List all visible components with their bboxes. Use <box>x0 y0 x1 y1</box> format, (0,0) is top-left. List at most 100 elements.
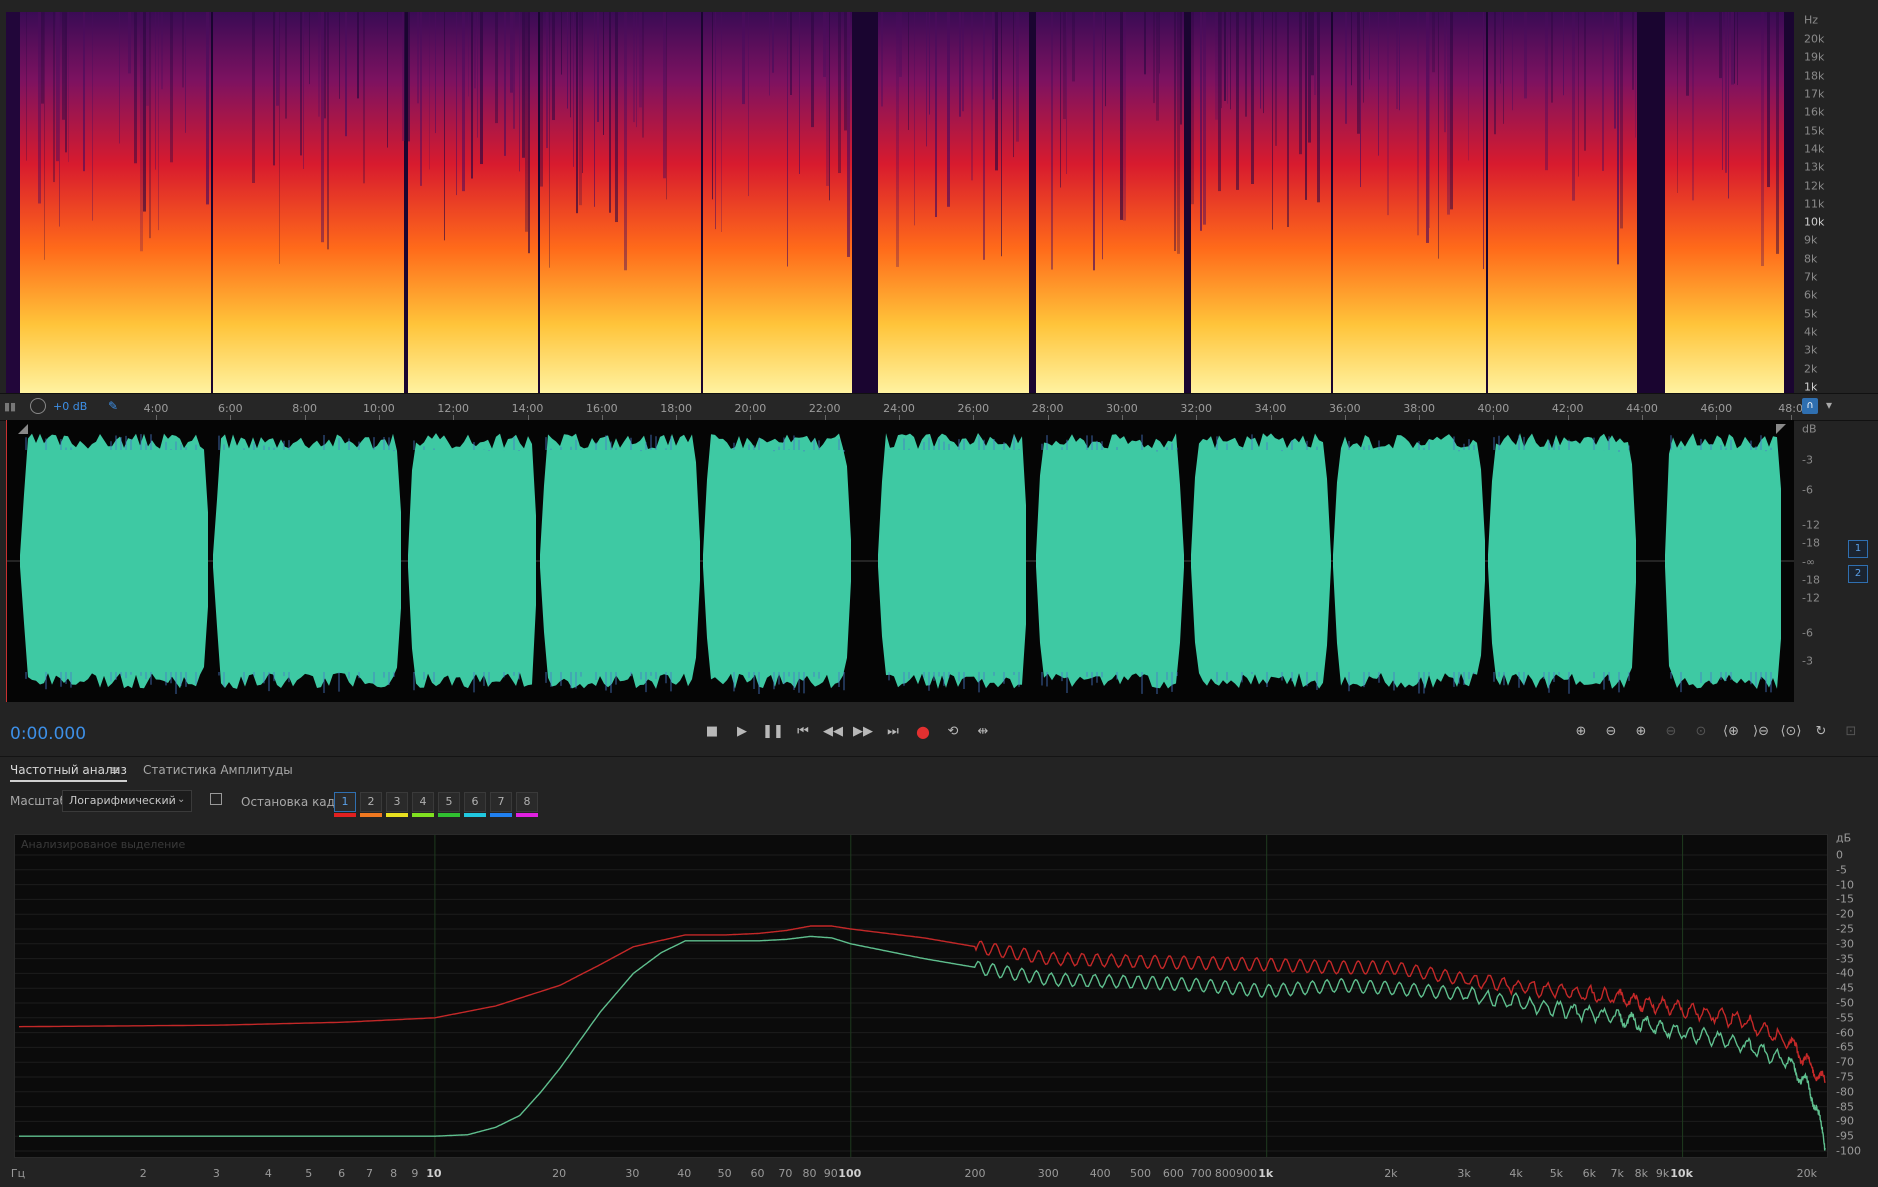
zoom-selection-icon[interactable]: ⊡ <box>1840 722 1862 742</box>
hz-tick-label: 1k <box>1804 380 1818 394</box>
analyzed-selection-label: Анализированое выделение <box>21 838 186 851</box>
freeze-frame-4-button[interactable]: 4 <box>412 792 434 812</box>
frequency-tick-label: 9 <box>411 1167 419 1180</box>
db-tick-label: -3 <box>1802 453 1813 467</box>
panel-menu-icon[interactable]: ≡ <box>110 763 120 777</box>
zoom-in-time-icon[interactable]: ⊕ <box>1630 722 1652 742</box>
freeze-frame-8-button[interactable]: 8 <box>516 792 538 812</box>
gain-knob[interactable] <box>30 398 46 414</box>
freeze-frame-color-swatch <box>438 813 460 817</box>
freeze-frame-5-button[interactable]: 5 <box>438 792 460 812</box>
reset-zoom-icon[interactable]: ↻ <box>1810 722 1832 742</box>
freeze-frame-3-button[interactable]: 3 <box>386 792 408 812</box>
pin-icon[interactable]: ✎ <box>108 399 118 413</box>
go-to-end-button[interactable]: ⏭ <box>882 722 904 742</box>
time-tick-label: 26:00 <box>957 402 990 415</box>
frequency-tick-label: 2 <box>139 1167 147 1180</box>
frequency-tick-label: Гц <box>10 1167 26 1180</box>
zoom-out-point-icon[interactable]: ⟩⊖ <box>1750 722 1772 742</box>
waveform-segment <box>1665 433 1781 693</box>
freeze-frame-color-swatch <box>490 813 512 817</box>
channel-2-toggle[interactable]: 2 <box>1848 565 1868 583</box>
frequency-tick-label: 20k <box>1796 1167 1817 1180</box>
headphones-icon[interactable]: ∩ <box>1802 398 1818 414</box>
db-tick-label: -3 <box>1802 654 1813 668</box>
waveform-segment <box>1488 433 1636 694</box>
db-tick-label: -6 <box>1802 626 1813 640</box>
waveform-segment <box>878 433 1026 693</box>
level-meter-icon[interactable]: ▮▮ <box>4 400 16 413</box>
freq-db-tick-label: -35 <box>1836 952 1854 966</box>
frequency-tick-label: 4 <box>264 1167 272 1180</box>
waveform-segment <box>408 433 536 693</box>
skip-selection-button[interactable]: ⇹ <box>972 722 994 742</box>
hz-tick-label: 7k <box>1804 270 1818 284</box>
zoom-out-amplitude-icon[interactable]: ⊖ <box>1600 722 1622 742</box>
freeze-frame-color-swatch <box>464 813 486 817</box>
current-time[interactable]: 0:00.000 <box>10 724 86 744</box>
freq-db-tick-label: -25 <box>1836 922 1854 936</box>
time-tick-label: 30:00 <box>1106 402 1138 415</box>
frequency-analysis-graph[interactable]: Анализированое выделение <box>14 834 1828 1158</box>
overlay-toggle-icon[interactable] <box>210 793 222 805</box>
freq-db-tick-label: -100 <box>1836 1144 1861 1158</box>
frequency-tick-label: 100 <box>838 1167 862 1180</box>
freeze-frame-1-button[interactable]: 1 <box>334 792 356 812</box>
frequency-tick-label: 700 <box>1190 1167 1212 1180</box>
waveform-display[interactable] <box>6 420 1794 702</box>
db-unit-label: dB <box>1802 422 1817 436</box>
waveform-segment <box>213 433 401 693</box>
frequency-tick-label: 8 <box>390 1167 398 1180</box>
time-tick-label: 36:00 <box>1328 402 1361 415</box>
freq-db-tick-label: -70 <box>1836 1055 1854 1069</box>
zoom-out-time-icon[interactable]: ⊖ <box>1660 722 1682 742</box>
freeze-frame-6-button[interactable]: 6 <box>464 792 486 812</box>
frequency-tick-label: 800 <box>1214 1167 1236 1180</box>
zoom-full-icon[interactable]: ⟨⊙⟩ <box>1780 722 1802 742</box>
tab-amplitude-statistics[interactable]: Статистика Амплитуды <box>143 763 293 777</box>
rewind-button[interactable]: ◀◀ <box>822 722 844 742</box>
transport-bar: ■ ▶ ❚❚ ⏮ ◀◀ ▶▶ ⏭ ● ⟲ ⇹ ⊕ ⊖ ⊕ ⊖ ⊙ ⟨⊕ ⟩⊖ ⟨… <box>0 712 1878 752</box>
time-tick-label: 6:00 <box>217 402 243 415</box>
freeze-frame-color-swatch <box>386 813 408 817</box>
db-tick-label: -∞ <box>1802 555 1816 569</box>
spectral-frequency-scale: Hz 20k 19k 18k 17k 16k 15k 14k 13k 12k 11k 10k 9k 8k… <box>1796 12 1866 394</box>
spectrogram-segment <box>408 12 538 393</box>
freq-db-tick-label: 0 <box>1836 848 1843 862</box>
stop-button[interactable]: ■ <box>701 722 723 742</box>
pause-button[interactable]: ❚❚ <box>762 722 784 742</box>
scale-dropdown[interactable]: Логарифмический ⌄ <box>62 790 192 812</box>
record-button[interactable]: ● <box>912 722 934 742</box>
marker-icon[interactable]: ▾ <box>1826 398 1832 412</box>
frequency-tick-label: 3 <box>212 1167 220 1180</box>
time-tick-label: 48:0 <box>1778 402 1803 415</box>
spectral-display[interactable] <box>6 12 1794 393</box>
zoom-to-selection-icon[interactable]: ⊙ <box>1690 722 1712 742</box>
frequency-tick-label: 2k <box>1384 1167 1398 1180</box>
zoom-in-point-icon[interactable]: ⟨⊕ <box>1720 722 1742 742</box>
time-ruler[interactable]: ▮▮ +0 dB ✎ 4:00 6:00 8:00 10:00 12:00 14:00 16… <box>0 393 1878 421</box>
go-to-start-button[interactable]: ⏮ <box>792 722 814 742</box>
loop-button[interactable]: ⟲ <box>942 722 964 742</box>
zoom-in-amplitude-icon[interactable]: ⊕ <box>1570 722 1592 742</box>
hz-tick-label: 6k <box>1804 288 1818 302</box>
fast-forward-button[interactable]: ▶▶ <box>852 722 874 742</box>
channel-1-toggle[interactable]: 1 <box>1848 540 1868 558</box>
hz-tick-label: 10k <box>1804 215 1825 229</box>
freq-db-tick-label: -55 <box>1836 1011 1854 1025</box>
freeze-frame-2-button[interactable]: 2 <box>360 792 382 812</box>
time-tick-label: 4:00 <box>143 402 169 415</box>
freeze-frame-7-button[interactable]: 7 <box>490 792 512 812</box>
freq-db-tick-label: -5 <box>1836 863 1847 877</box>
play-button[interactable]: ▶ <box>731 722 753 742</box>
frequency-tick-label: 6k <box>1582 1167 1596 1180</box>
frequency-tick-label: 400 <box>1089 1167 1111 1180</box>
time-tick-label: 8:00 <box>292 402 317 415</box>
hz-tick-label: 17k <box>1804 87 1825 101</box>
chevron-down-icon: ⌄ <box>177 794 186 805</box>
hz-tick-label: 15k <box>1804 124 1825 138</box>
waveform <box>6 420 1794 702</box>
freq-db-tick-label: -45 <box>1836 981 1854 995</box>
waveform-segment <box>540 433 700 693</box>
time-tick-label: 24:00 <box>883 402 915 415</box>
